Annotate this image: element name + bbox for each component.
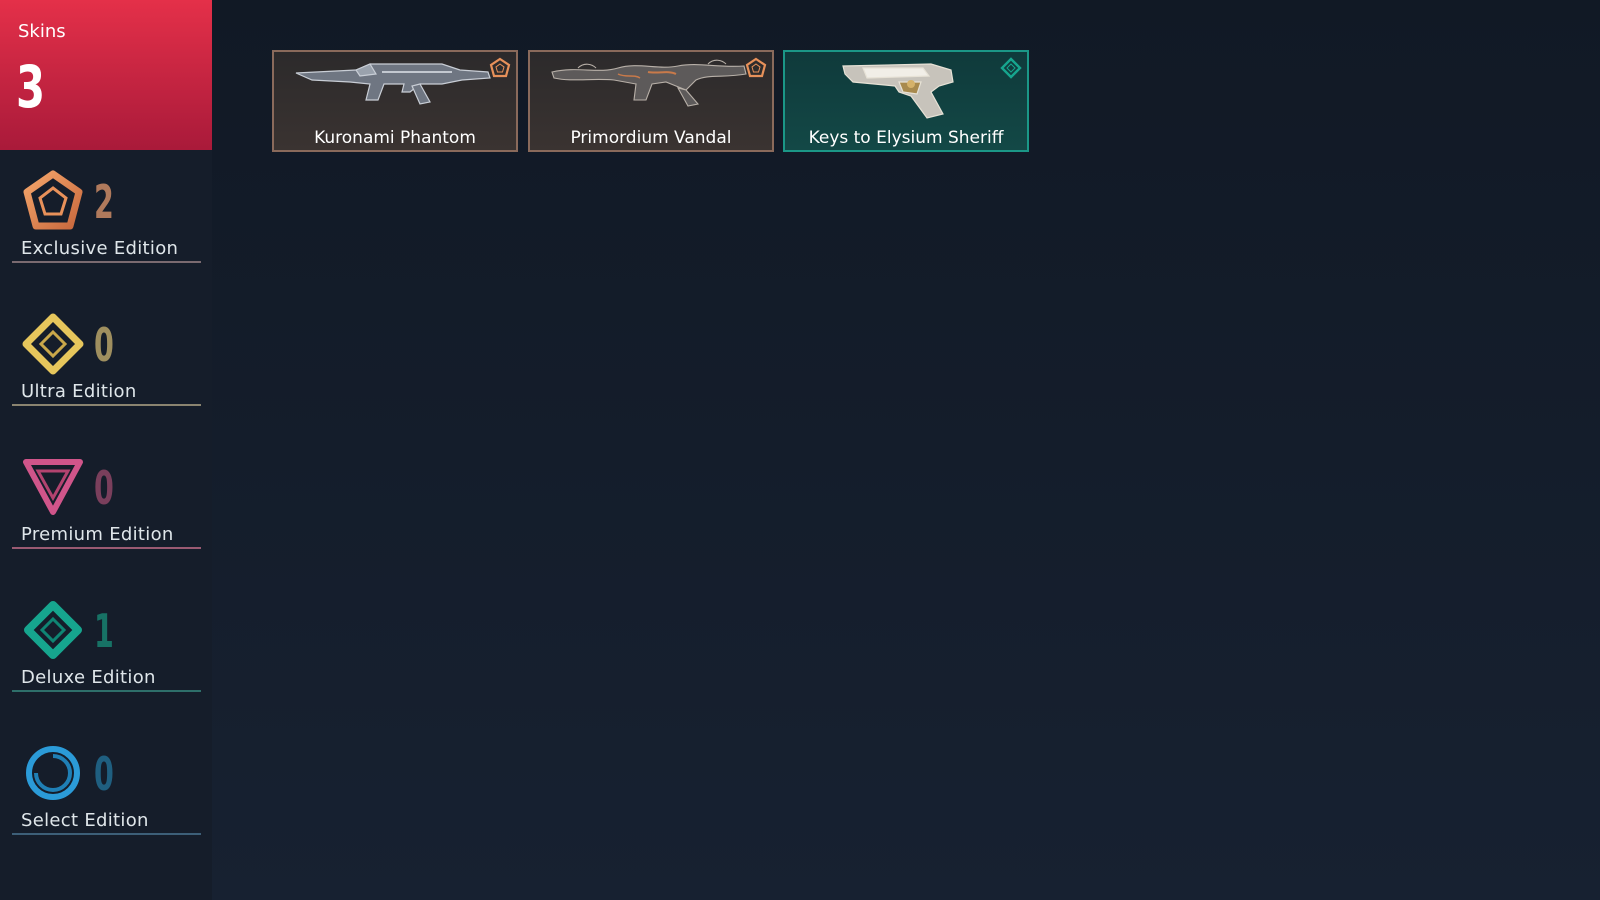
skin-card[interactable]: Kuronami Phantom [272,50,518,152]
skin-name: Kuronami Phantom [314,128,476,148]
exclusive-badge-icon [489,57,511,79]
exclusive-tier-icon [22,170,84,232]
skin-name: Primordium Vandal [570,128,732,148]
ultra-tier-icon [22,313,84,375]
tier-deluxe: 1 Deluxe Edition [12,589,201,701]
select-count: 0 [94,747,114,801]
tier-select: 0 Select Edition [12,732,201,844]
exclusive-count: 2 [94,175,114,229]
premium-label: Premium Edition [21,524,174,545]
tier-divider [12,833,201,835]
ultra-count: 0 [94,318,114,372]
tier-divider [12,547,201,549]
skins-label: Skins [18,21,66,42]
deluxe-badge-icon [1000,57,1022,79]
sheriff-pistol-icon [803,56,1009,120]
exclusive-label: Exclusive Edition [21,238,179,259]
skin-card[interactable]: Primordium Vandal [528,50,774,152]
select-label: Select Edition [21,810,149,831]
phantom-rifle-icon [292,56,498,120]
skins-total-panel: Skins 3 [0,0,212,150]
tier-divider [12,261,201,263]
premium-tier-icon [22,456,84,518]
select-tier-icon [22,742,84,804]
tier-divider [12,690,201,692]
tier-exclusive: 2 Exclusive Edition [12,160,201,272]
tier-sidebar: Skins 3 2 Exclusive Edition 0 Ultra Edit… [0,0,212,900]
ultra-label: Ultra Edition [21,381,137,402]
skins-total-count: 3 [16,53,46,121]
tier-ultra: 0 Ultra Edition [12,303,201,415]
tier-premium: 0 Premium Edition [12,446,201,558]
deluxe-label: Deluxe Edition [21,667,156,688]
skin-card[interactable]: Keys to Elysium Sheriff [783,50,1029,152]
skin-name: Keys to Elysium Sheriff [808,128,1004,148]
vandal-rifle-icon [548,56,754,120]
tier-divider [12,404,201,406]
premium-count: 0 [94,461,114,515]
skins-overview: Skins 3 2 Exclusive Edition 0 Ultra Edit… [0,0,1600,900]
deluxe-tier-icon [22,599,84,661]
exclusive-badge-icon [745,57,767,79]
deluxe-count: 1 [94,604,114,658]
